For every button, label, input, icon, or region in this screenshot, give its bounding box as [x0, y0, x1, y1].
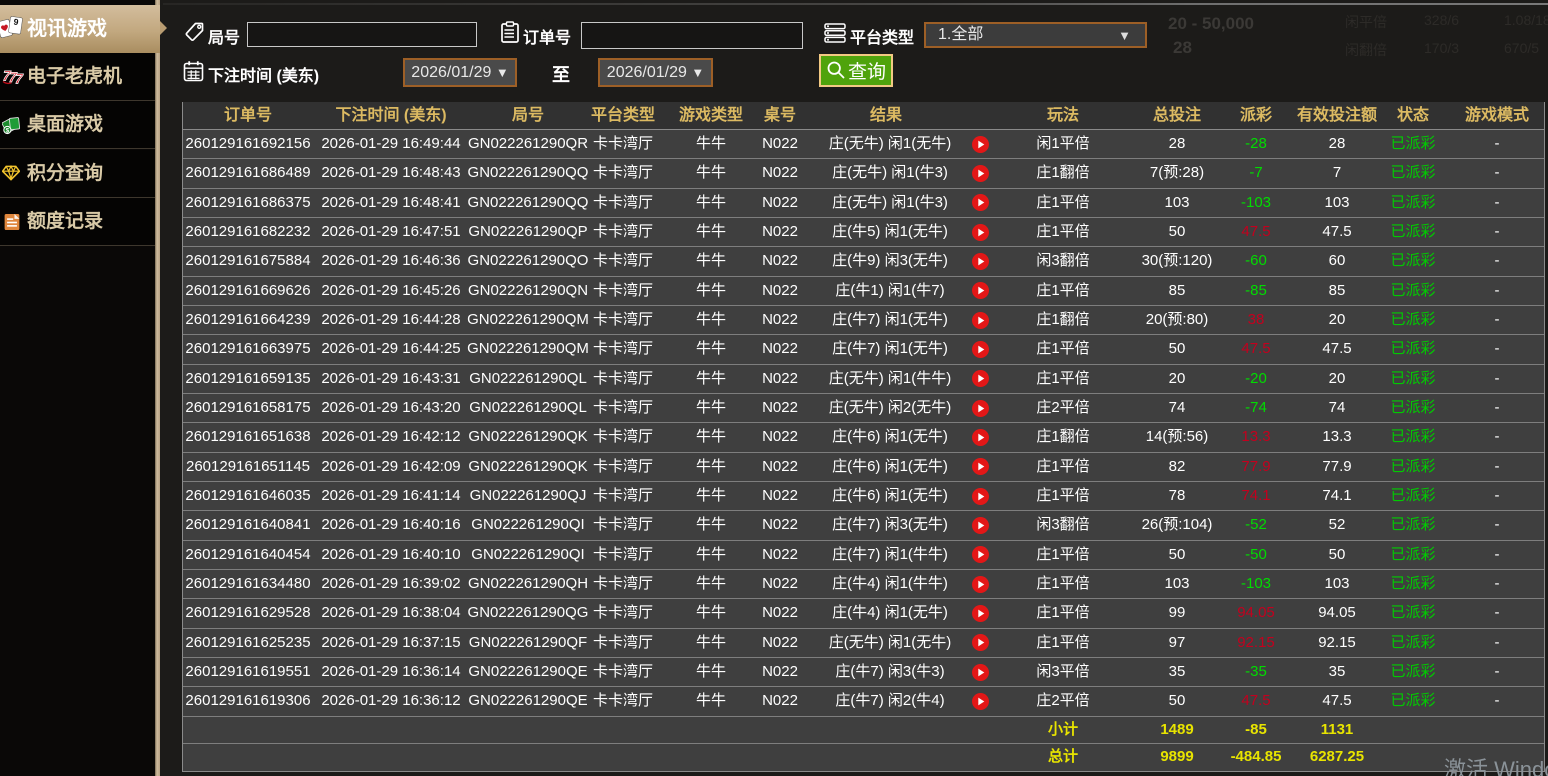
- svg-text:$: $: [6, 127, 10, 134]
